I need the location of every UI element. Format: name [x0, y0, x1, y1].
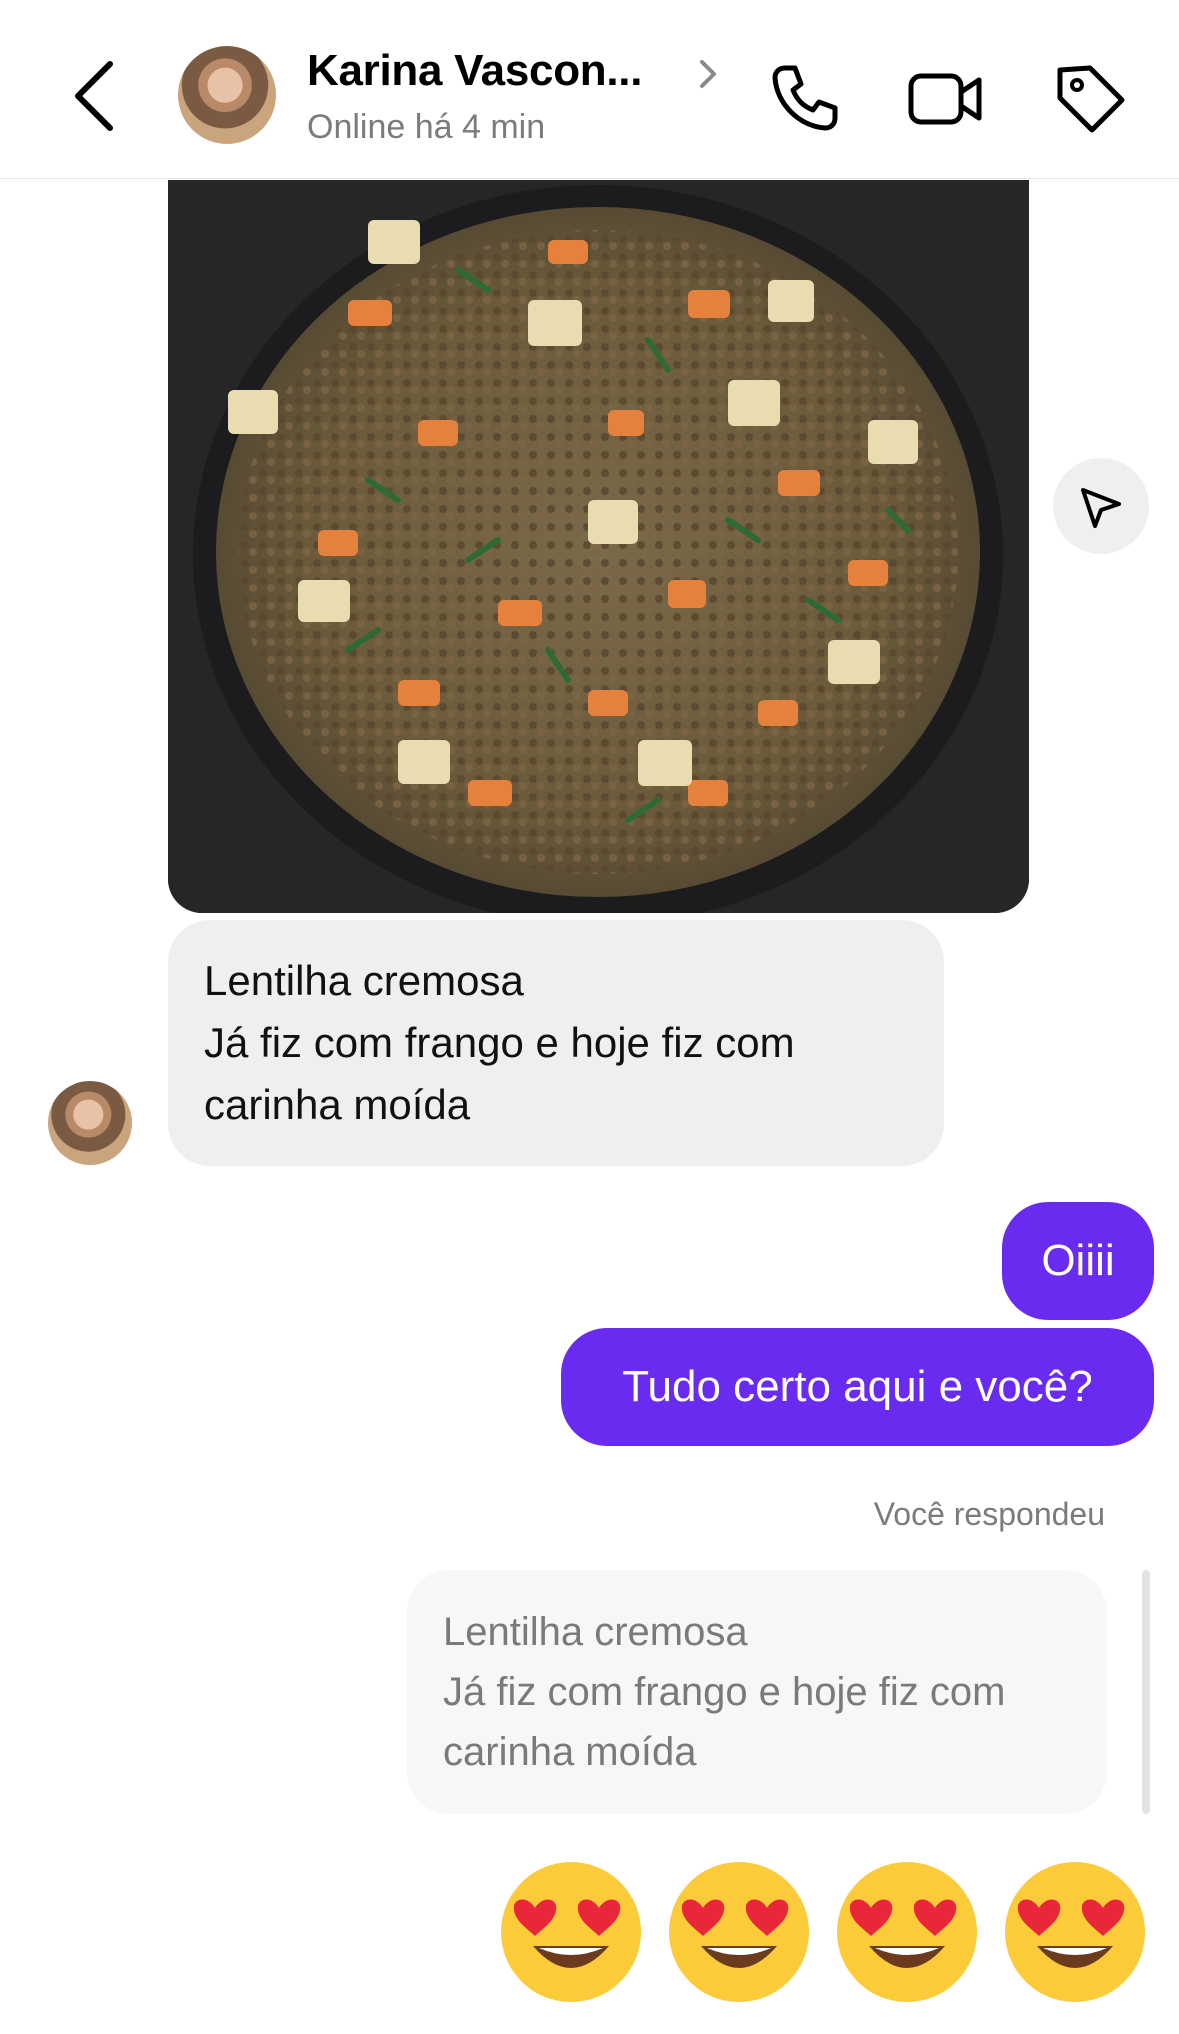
message-line: Já fiz com frango e hoje fiz com	[204, 1019, 795, 1066]
share-button[interactable]	[1053, 458, 1149, 554]
phone-icon[interactable]	[765, 58, 845, 138]
quoted-message[interactable]: Lentilha cremosa Já fiz com frango e hoj…	[407, 1570, 1107, 1814]
received-message[interactable]: Lentilha cremosa Já fiz com frango e hoj…	[168, 920, 944, 1166]
chevron-right-icon[interactable]	[694, 54, 724, 94]
reply-caption: Você respondeu	[873, 1496, 1105, 1532]
message-line: Lentilha cremosa	[204, 957, 524, 1004]
heart-eyes-emoji-icon	[1005, 1862, 1145, 2002]
back-icon[interactable]	[62, 56, 132, 136]
avatar[interactable]	[178, 46, 276, 144]
quote-line: Já fiz com frango e hoje fiz com	[443, 1670, 1006, 1714]
tag-icon[interactable]	[1050, 58, 1130, 138]
message-line: carinha moída	[204, 1081, 471, 1128]
reply-indicator-bar	[1142, 1570, 1150, 1814]
quote-line: Lentilha cremosa	[443, 1610, 748, 1654]
contact-status: Online há 4 min	[307, 108, 546, 146]
video-icon[interactable]	[905, 58, 985, 138]
heart-eyes-emoji-icon	[669, 1862, 809, 2002]
sent-message[interactable]: Oiiii	[1002, 1202, 1154, 1320]
sender-avatar[interactable]	[48, 1081, 132, 1165]
shared-photo[interactable]	[168, 180, 1029, 913]
chat-header: Karina Vascon... Online há 4 min	[0, 0, 1179, 179]
send-icon	[1081, 488, 1121, 528]
heart-eyes-emoji-icon	[501, 1862, 641, 2002]
sent-message[interactable]: Tudo certo aqui e você?	[561, 1328, 1154, 1446]
contact-name[interactable]: Karina Vascon...	[307, 46, 642, 96]
emoji-message[interactable]	[497, 1858, 1149, 2006]
quote-line: carinha moída	[443, 1730, 697, 1774]
heart-eyes-emoji-icon	[837, 1862, 977, 2002]
